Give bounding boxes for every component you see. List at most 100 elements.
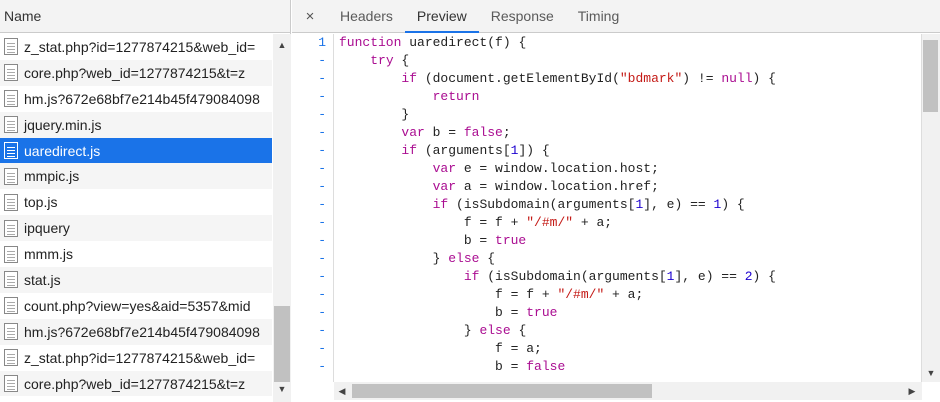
code-line: f = f + "/#m/" + a; xyxy=(339,214,776,232)
request-name: stat.js xyxy=(24,271,61,288)
code-token: "/#m/" xyxy=(557,287,605,302)
line-number: - xyxy=(318,233,326,248)
code-token: b = xyxy=(424,125,464,140)
file-icon xyxy=(4,167,18,185)
request-row[interactable]: z_stat.php?id=1277874215&web_id= xyxy=(0,34,272,60)
code-token: false xyxy=(526,359,566,374)
file-icon xyxy=(4,349,18,367)
request-row[interactable]: mmpic.js xyxy=(0,163,272,190)
request-name: count.php?view=yes&aid=5357&mid xyxy=(24,297,251,314)
scroll-right-icon[interactable]: ▶ xyxy=(904,382,920,400)
scroll-left-icon[interactable]: ◀ xyxy=(334,382,350,400)
request-name: uaredirect.js xyxy=(24,142,101,159)
request-list-scroll-thumb[interactable] xyxy=(274,306,290,382)
code-token: (isSubdomain(arguments[ xyxy=(448,197,636,212)
code-line: b = true xyxy=(339,304,776,322)
name-column-header[interactable]: Name xyxy=(0,0,290,33)
line-number: - xyxy=(318,323,326,338)
code-token: else xyxy=(448,251,480,266)
request-name: core.php?web_id=1277874215&t=z xyxy=(24,64,246,81)
code-token: true xyxy=(495,233,527,248)
code-token: { xyxy=(479,251,496,266)
line-number: - xyxy=(318,89,326,104)
request-list-scrollbar[interactable]: ▲ ▼ xyxy=(273,34,291,402)
request-row[interactable]: hm.js?672e68bf7e214b45f479084098 xyxy=(0,318,272,345)
code-line: try { xyxy=(339,52,776,70)
request-row[interactable]: stat.js xyxy=(0,267,272,293)
code-token: (document.getElementById( xyxy=(417,71,620,86)
code-line: f = a; xyxy=(339,340,776,358)
code-line: } xyxy=(339,106,776,124)
code-token: (arguments[ xyxy=(417,143,511,158)
request-name: jquery.min.js xyxy=(24,116,102,133)
tab-timing[interactable]: Timing xyxy=(566,0,632,32)
code-token: if xyxy=(463,269,480,284)
tab-preview[interactable]: Preview xyxy=(404,0,479,33)
code-token: var xyxy=(432,161,457,176)
code-token: { xyxy=(510,323,527,338)
code-token: + a; xyxy=(573,215,613,230)
line-number: - xyxy=(318,359,326,374)
code-token: e = window.location.host; xyxy=(456,161,659,176)
code-token: a = window.location.href; xyxy=(456,179,659,194)
file-icon xyxy=(4,193,18,211)
code-token: } xyxy=(339,251,449,266)
code-token: ) { xyxy=(752,269,776,284)
scroll-down-icon[interactable]: ▼ xyxy=(273,382,291,396)
code-token: false xyxy=(463,125,503,140)
code-horizontal-scroll-thumb[interactable] xyxy=(352,384,652,398)
request-row[interactable]: ipquery xyxy=(0,215,272,242)
file-icon xyxy=(4,323,18,341)
line-number: - xyxy=(318,161,326,176)
request-row[interactable]: uaredirect.js xyxy=(0,137,272,164)
request-row[interactable]: core.php?web_id=1277874215&t=z xyxy=(0,370,272,397)
line-number: - xyxy=(318,287,326,302)
code-token: return xyxy=(432,89,480,104)
code-vertical-scrollbar[interactable]: ▼ xyxy=(922,34,940,382)
code-line: var e = window.location.host; xyxy=(339,160,776,178)
request-details-panel: × Headers Preview Response Timing 1 - - - - - - - -… xyxy=(292,0,940,402)
scroll-up-icon[interactable]: ▲ xyxy=(273,38,291,52)
code-token: true xyxy=(526,305,558,320)
code-token: uaredirect(f) { xyxy=(401,35,527,50)
request-row[interactable]: z_stat.php?id=1277874215&web_id= xyxy=(0,345,272,371)
file-icon xyxy=(4,116,18,134)
line-number: - xyxy=(318,53,326,68)
code-line: function uaredirect(f) { xyxy=(339,34,776,52)
file-icon xyxy=(4,64,18,82)
code-token: } xyxy=(339,323,480,338)
code-token: "/#m/" xyxy=(526,215,574,230)
code-line: if (isSubdomain(arguments[1], e) == 1) { xyxy=(339,196,776,214)
code-token: ) { xyxy=(721,197,745,212)
request-row[interactable]: mmm.js xyxy=(0,241,272,267)
request-row[interactable]: core.php?web_id=1277874215&t=z xyxy=(0,59,272,86)
code-vertical-scroll-thumb[interactable] xyxy=(923,40,938,112)
line-number: - xyxy=(318,341,326,356)
tab-response[interactable]: Response xyxy=(479,0,566,32)
close-icon[interactable]: × xyxy=(292,0,328,32)
scroll-down-icon[interactable]: ▼ xyxy=(922,368,940,378)
line-number: - xyxy=(318,71,326,86)
preview-code-viewer[interactable]: 1 - - - - - - - - - - - - - - - - - - function uaredirect(… xyxy=(292,34,922,382)
code-horizontal-scrollbar[interactable]: ◀ ▶ xyxy=(334,382,922,400)
tab-headers[interactable]: Headers xyxy=(328,0,405,32)
request-name: hm.js?672e68bf7e214b45f479084098 xyxy=(24,90,260,107)
request-row[interactable]: top.js xyxy=(0,189,272,215)
line-number: - xyxy=(318,251,326,266)
request-row[interactable]: count.php?view=yes&aid=5357&mid xyxy=(0,293,272,319)
code-line: var b = false; xyxy=(339,124,776,142)
request-row[interactable]: jquery.min.js xyxy=(0,111,272,138)
line-number: - xyxy=(318,269,326,284)
request-row[interactable]: hm.js?672e68bf7e214b45f479084098 xyxy=(0,86,272,112)
code-token: } xyxy=(339,107,410,122)
request-name: mmm.js xyxy=(24,246,73,263)
line-number: - xyxy=(318,143,326,158)
file-icon xyxy=(4,219,18,237)
request-name: z_stat.php?id=1277874215&web_id= xyxy=(24,38,256,55)
code-line: var a = window.location.href; xyxy=(339,178,776,196)
